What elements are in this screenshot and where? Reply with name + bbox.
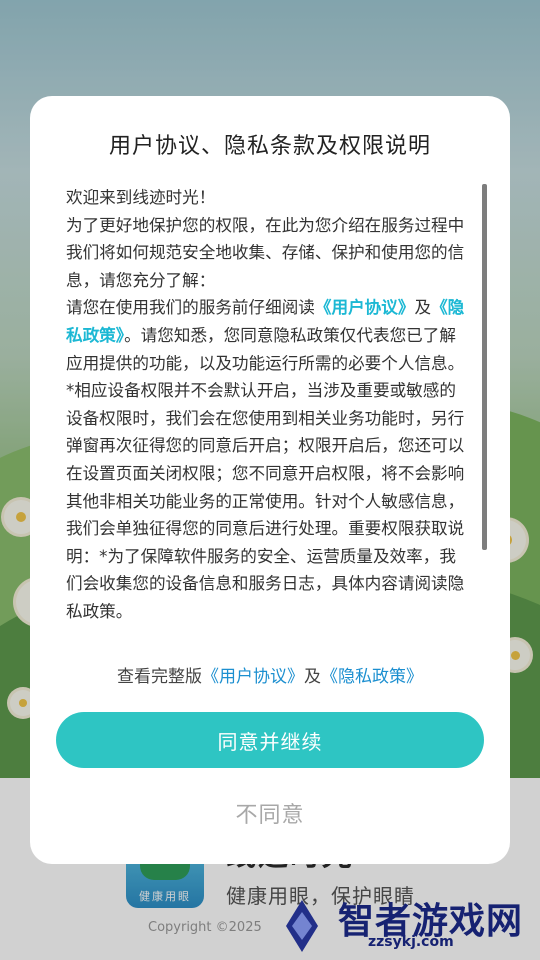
content-scrollbar[interactable]: [482, 184, 487, 550]
read-notice: 请您在使用我们的服务前仔细阅读《用户协议》及《隐私政策》。请您知悉，您同意隐私政…: [66, 294, 468, 377]
agree-button[interactable]: 同意并继续: [56, 712, 484, 768]
user-agreement-link[interactable]: 《用户协议》: [315, 298, 415, 317]
full-user-agreement-link[interactable]: 《用户协议》: [202, 667, 304, 687]
full-prefix: 查看完整版: [117, 667, 202, 687]
full-privacy-policy-link[interactable]: 《隐私政策》: [321, 667, 423, 687]
disagree-button[interactable]: 不同意: [56, 788, 484, 838]
agreement-content[interactable]: 欢迎来到线迹时光！ 为了更好地保护您的权限，在此为您介绍在服务过程中我们将如何规…: [66, 184, 468, 636]
welcome-text: 欢迎来到线迹时光！: [66, 188, 216, 207]
read-suffix: 。请您知悉，您同意隐私政策仅代表您已了解应用提供的功能，以及功能运行所需的必要个…: [66, 325, 465, 373]
intro-text: 为了更好地保护您的权限，在此为您介绍在服务过程中我们将如何规范安全地收集、存储、…: [66, 215, 465, 290]
read-prefix: 请您在使用我们的服务前仔细阅读: [66, 298, 315, 318]
permission-text: *相应设备权限并不会默认开启，当涉及重要或敏感的设备权限时，我们会在您使用到相关…: [66, 381, 465, 621]
full-and: 及: [304, 667, 321, 687]
dialog-title: 用户协议、隐私条款及权限说明: [108, 134, 431, 159]
read-and: 及: [414, 298, 432, 318]
privacy-dialog: 用户协议、隐私条款及权限说明 欢迎来到线迹时光！ 为了更好地保护您的权限，在此为…: [30, 96, 510, 864]
full-version-line: 查看完整版《用户协议》及《隐私政策》: [30, 662, 510, 687]
